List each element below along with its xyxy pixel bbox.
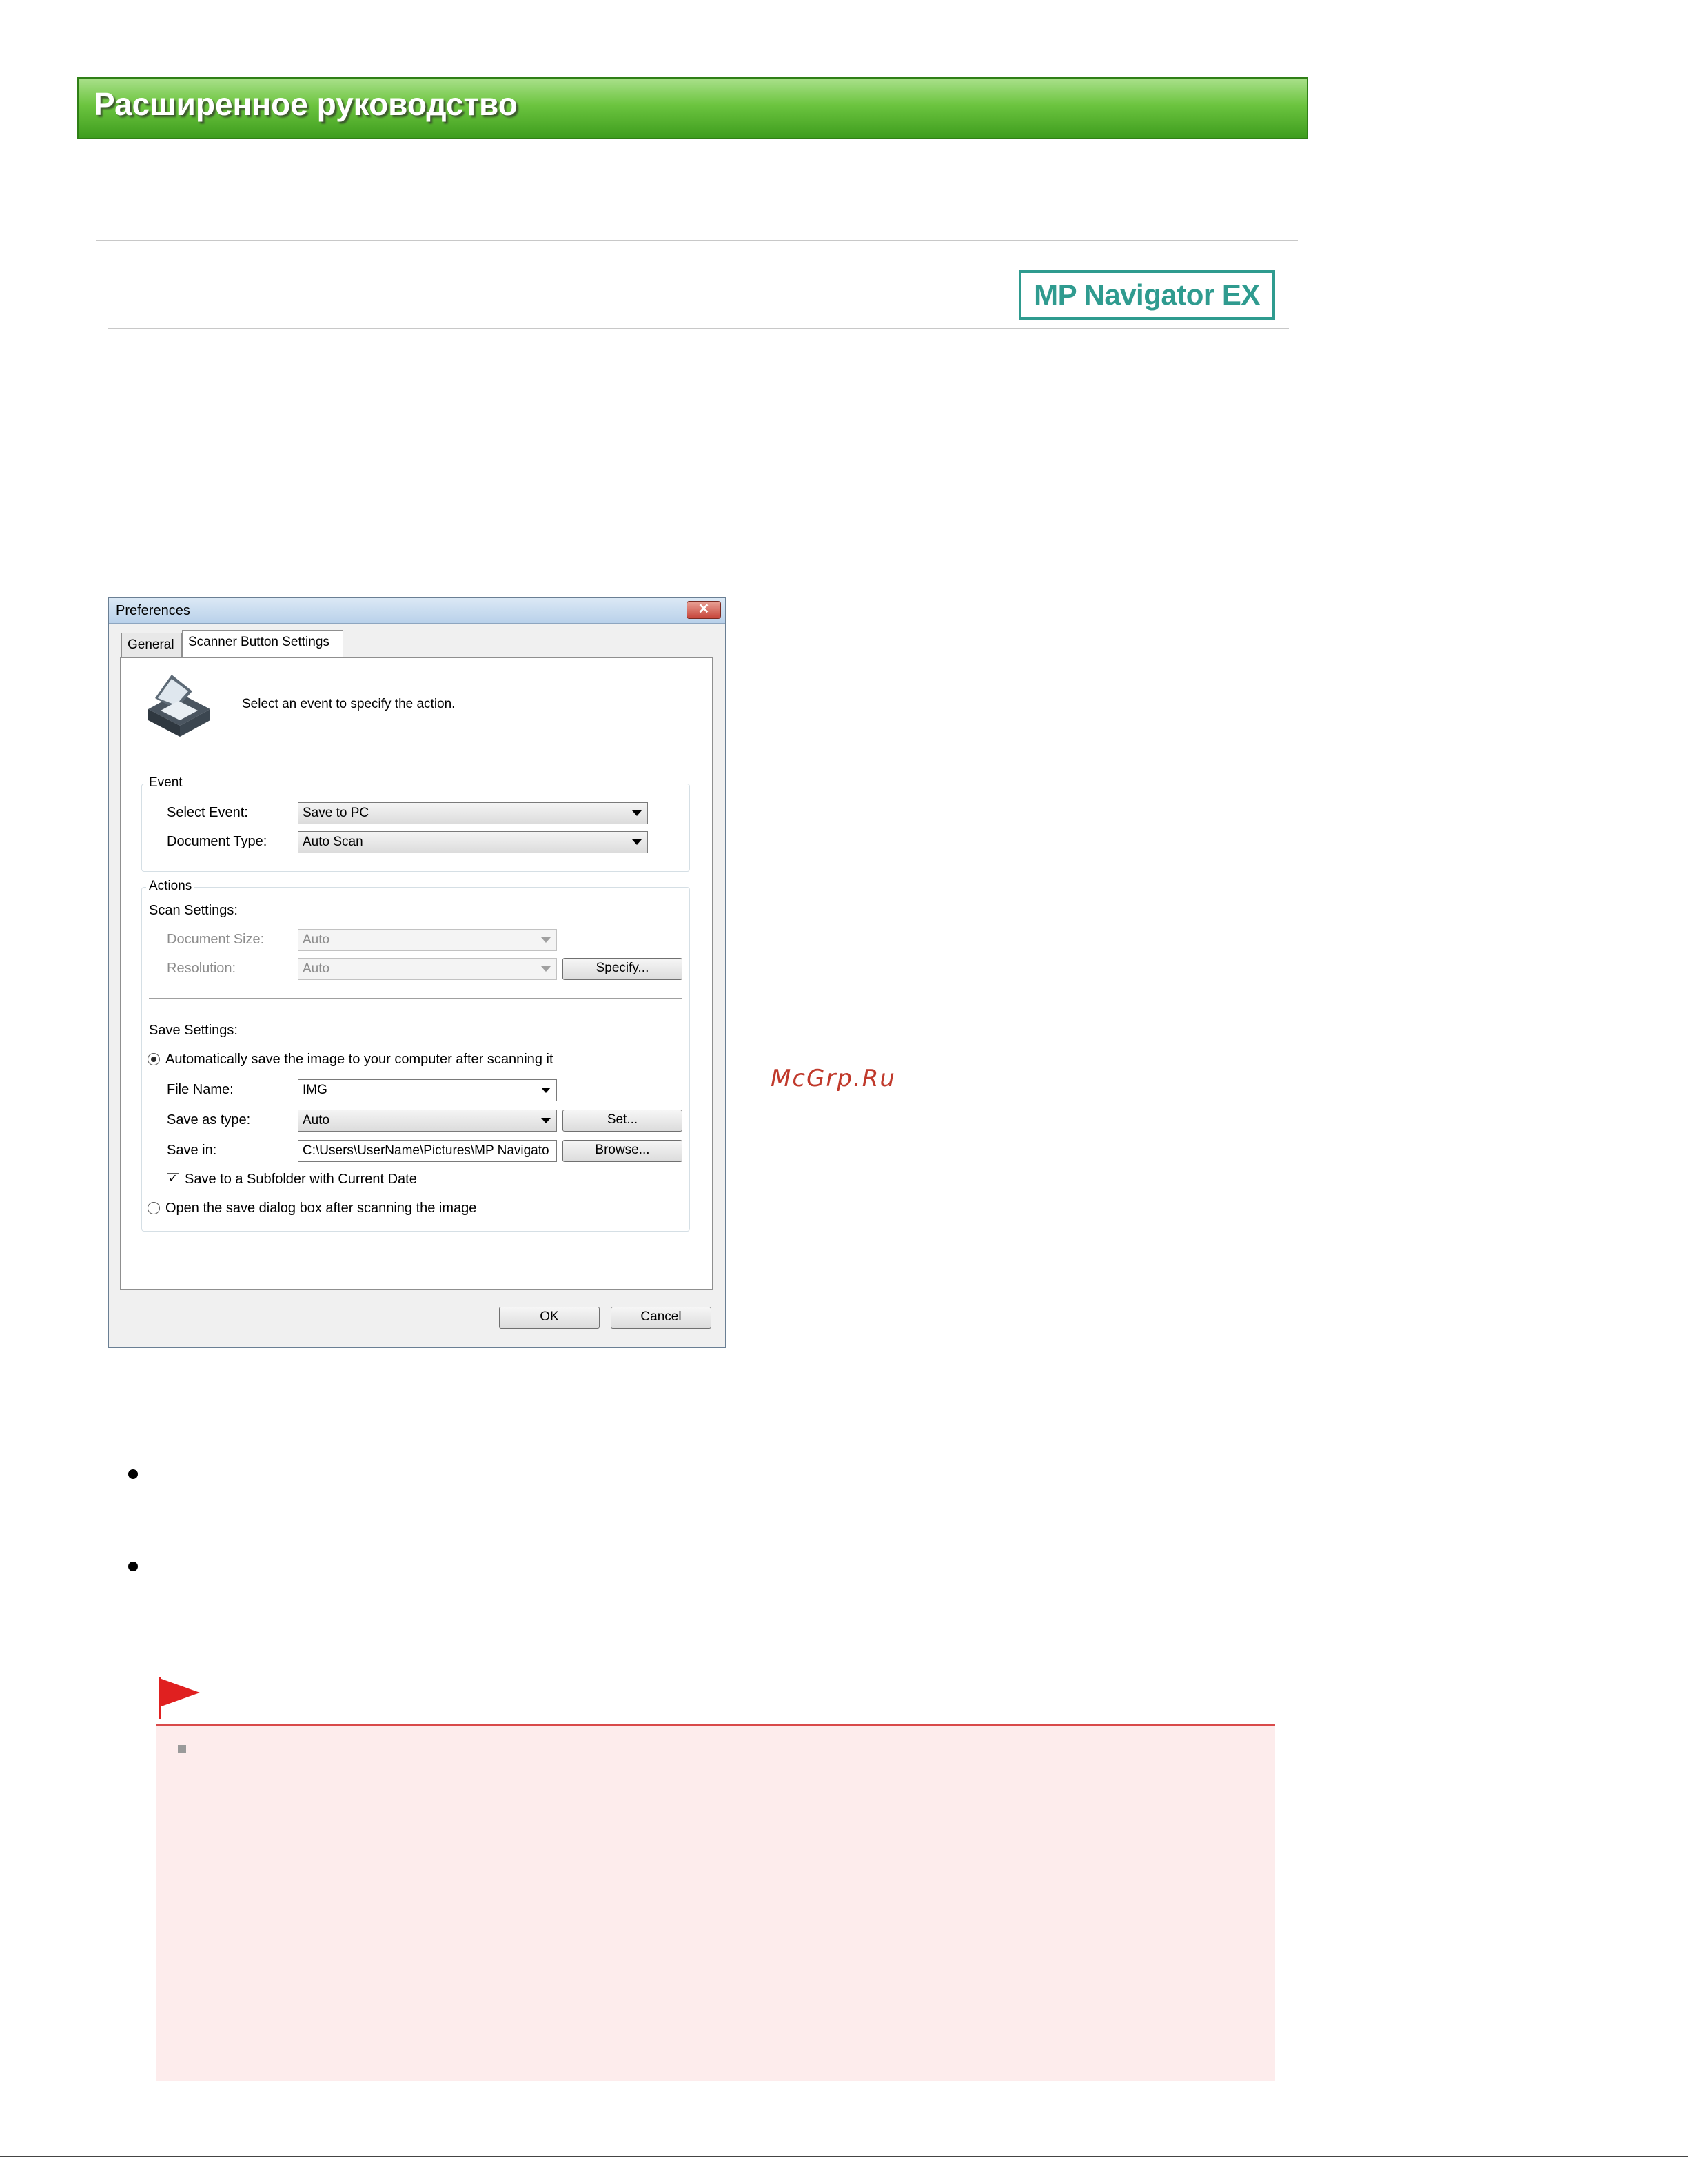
document-size-label: Document Size: [167,932,265,947]
scanner-icon [148,675,210,737]
select-event-label: Select Event: [167,805,248,820]
close-icon: ✕ [698,602,710,617]
actions-separator [149,998,682,999]
file-name-label: File Name: [167,1082,234,1097]
tab-scanner-button-settings[interactable]: Scanner Button Settings [182,630,343,657]
instruction-text: Select an event to specify the action. [242,697,456,711]
resolution-label: Resolution: [167,961,236,976]
resolution-value: Auto [303,961,330,976]
tab-general[interactable]: General [121,633,182,657]
save-in-value: C:\Users\UserName\Pictures\MP Navigato [303,1143,549,1158]
file-name-value: IMG [303,1083,327,1097]
tab-general-label: General [128,637,174,652]
resolution-dropdown[interactable]: Auto [298,958,557,980]
cancel-button[interactable]: Cancel [611,1307,711,1329]
chevron-down-icon [541,1118,551,1123]
banner-title: Расширенное руководство [94,86,518,122]
auto-save-radio-label: Automatically save the image to your com… [165,1052,553,1067]
save-in-field[interactable]: C:\Users\UserName\Pictures\MP Navigato [298,1140,557,1162]
save-as-type-value: Auto [303,1113,330,1127]
save-as-type-dropdown[interactable]: Auto [298,1110,557,1132]
actions-group-label: Actions [146,879,195,894]
chevron-down-icon [632,810,642,816]
save-in-label: Save in: [167,1143,217,1158]
preferences-dialog: Preferences ✕ General Scanner Button Set… [108,597,726,1348]
page-bottom-rule [0,2156,1688,2157]
save-settings-label: Save Settings: [149,1023,238,1038]
header-banner: Расширенное руководство [77,77,1308,139]
auto-save-radio[interactable] [148,1053,160,1065]
open-dialog-radio[interactable] [148,1202,160,1214]
note-bullet [178,1745,186,1753]
select-event-dropdown[interactable]: Save to PC [298,802,648,824]
specify-button[interactable]: Specify... [562,958,682,980]
document-size-value: Auto [303,932,330,947]
flag-icon [159,1677,200,1719]
note-box [156,1726,1275,2081]
chevron-down-icon [632,839,642,845]
document-type-value: Auto Scan [303,835,363,849]
logo-text: MP Navigator EX [1034,278,1260,311]
chevron-down-icon [541,937,551,943]
chevron-down-icon [541,1088,551,1093]
set-button[interactable]: Set... [562,1110,682,1132]
dialog-titlebar: Preferences ✕ [109,598,725,624]
divider-under-logo [108,328,1289,329]
document-type-dropdown[interactable]: Auto Scan [298,831,648,853]
document-size-dropdown[interactable]: Auto [298,929,557,951]
open-dialog-radio-label: Open the save dialog box after scanning … [165,1201,477,1216]
event-group: Event Select Event: Save to PC Document … [141,775,690,872]
document-type-label: Document Type: [167,834,267,849]
bullet-2 [128,1562,138,1571]
watermark: McGrp.Ru [771,1065,896,1092]
event-group-label: Event [146,775,185,790]
bullet-1 [128,1469,138,1479]
actions-group: Actions Scan Settings: Document Size: Au… [141,879,690,1232]
ok-button[interactable]: OK [499,1307,600,1329]
subfolder-checkbox-label: Save to a Subfolder with Current Date [185,1172,417,1187]
save-as-type-label: Save as type: [167,1112,251,1127]
chevron-down-icon [541,966,551,972]
dialog-title: Preferences [116,603,190,618]
scan-settings-label: Scan Settings: [149,903,238,918]
file-name-input[interactable]: IMG [298,1079,557,1101]
close-button[interactable]: ✕ [687,601,721,619]
browse-button[interactable]: Browse... [562,1140,682,1162]
tab-scanner-button-settings-label: Scanner Button Settings [188,635,329,649]
tab-panel: Select an event to specify the action. E… [120,657,713,1290]
subfolder-checkbox[interactable]: ✓ [167,1173,179,1185]
select-event-value: Save to PC [303,806,369,820]
mp-navigator-logo: MP Navigator EX [1019,270,1275,320]
divider-top [96,240,1298,241]
